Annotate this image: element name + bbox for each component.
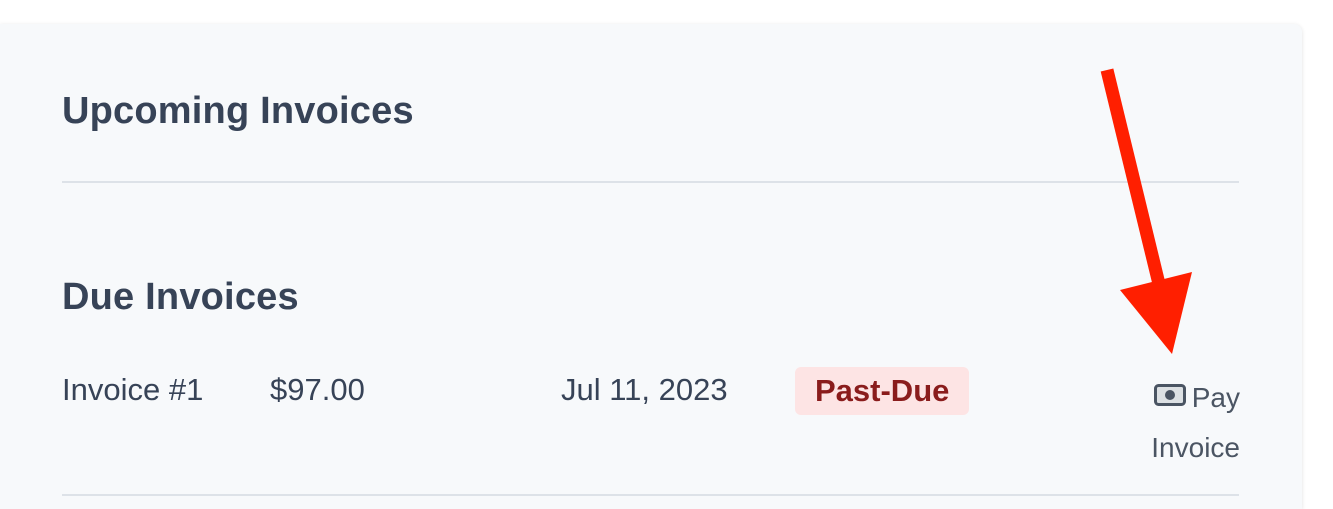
annotation-arrow-icon [1100,68,1192,354]
invoice-amount: $97.00 [270,372,365,407]
section-divider [62,181,1239,183]
money-bill-icon [1153,373,1186,421]
upcoming-invoices-heading: Upcoming Invoices [62,90,414,132]
invoice-name: Invoice #1 [62,372,204,407]
section-divider [62,494,1239,496]
invoice-due-date: Jul 11, 2023 [561,372,728,407]
status-badge: Past-Due [795,367,970,415]
due-invoices-heading: Due Invoices [62,276,299,318]
pay-invoice-link[interactable]: Pay Invoice [1120,374,1240,472]
